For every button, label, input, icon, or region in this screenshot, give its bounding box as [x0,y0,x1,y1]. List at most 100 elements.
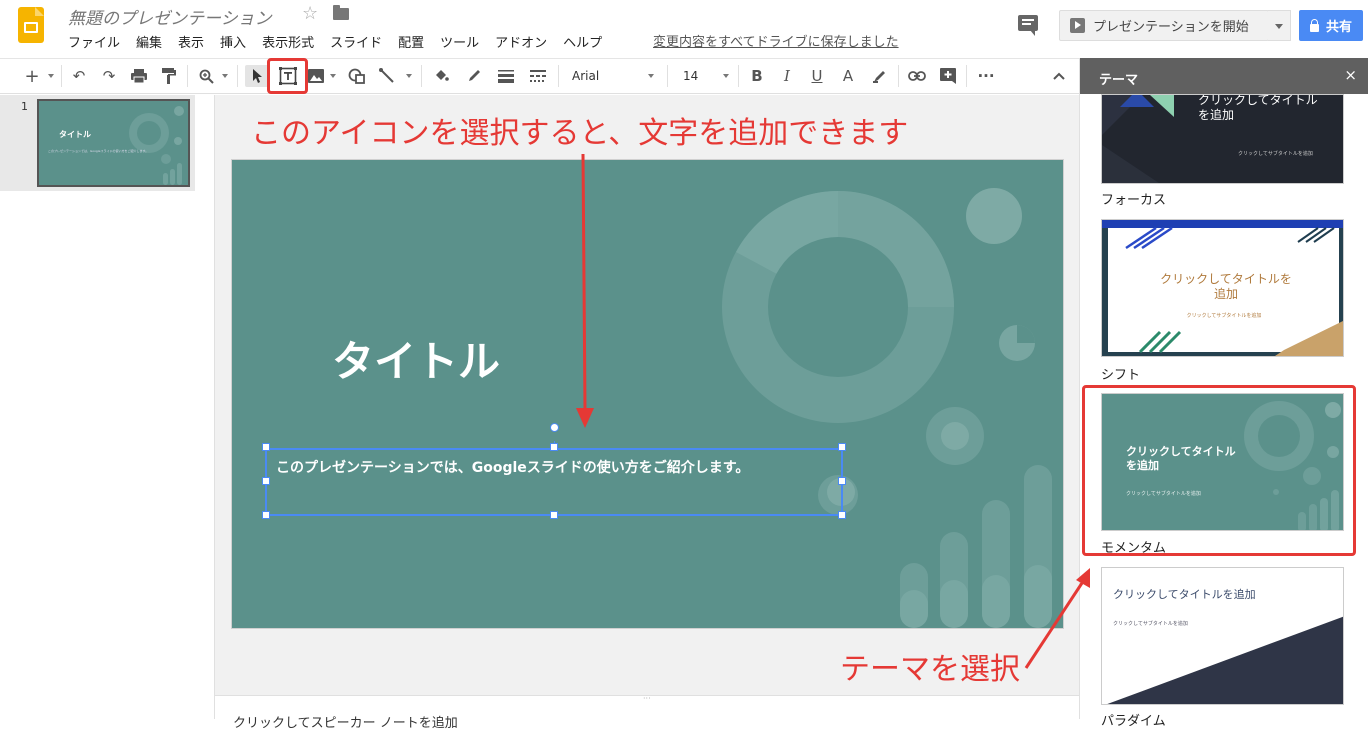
highlight-color-icon[interactable] [869,65,891,87]
redo-icon[interactable]: ↷ [98,65,120,87]
link-icon[interactable] [906,65,928,87]
theme-card-paradigm[interactable]: クリックしてタイトルを追加 クリックしてサブタイトルを追加 [1101,567,1344,705]
resize-handle-nw[interactable] [262,443,270,451]
thumbnail-subtitle: このプレゼンテーションでは、Googleスライドの使い方をご紹介します。 [48,149,149,153]
theme-name-focus: フォーカス [1101,193,1167,208]
collapse-toolbar-icon[interactable] [1048,65,1070,87]
speaker-notes-placeholder[interactable]: クリックしてスピーカー ノートを追加 [233,712,458,731]
paint-format-icon[interactable] [158,65,180,87]
font-family-value: Arial [572,69,600,83]
slide-filmstrip: 1 タイトル このプレゼンテーションでは、Googleスライドの使い方をご紹介し… [0,95,215,719]
slide-number: 1 [21,100,28,113]
app-header: 無題のプレゼンテーション ☆ ファイル 編集 表示 挿入 表示形式 スライド 配… [0,0,1368,58]
menu-file[interactable]: ファイル [68,32,120,51]
toolbar: + ↶ ↷ Arial 14 B I U A ··· [0,58,1079,94]
close-icon[interactable]: × [1344,66,1357,84]
annotation-down-arrow [576,153,594,428]
theme-name-paradigm: パラダイム [1101,714,1166,729]
theme-paradigm-title: クリックしてタイトルを追加 [1113,588,1256,601]
resize-handle-n[interactable] [550,443,558,451]
thumbnail-title: タイトル [59,130,91,139]
star-icon[interactable]: ☆ [302,3,318,24]
menu-format[interactable]: 表示形式 [262,32,314,51]
slide-subtitle[interactable]: このプレゼンテーションでは、Googleスライドの使い方をご紹介します。 [276,457,749,477]
resize-handle-ne[interactable] [838,443,846,451]
theme-card-shift[interactable]: クリックしてタイトルを追加 クリックしてサブタイトルを追加 [1101,219,1344,357]
menu-view[interactable]: 表示 [178,32,204,51]
slide-title[interactable]: タイトル [332,328,500,389]
theme-card-focus[interactable]: クリックしてタイトルを追加 クリックしてサブタイトルを追加 [1101,94,1344,184]
zoom-icon[interactable] [195,65,217,87]
line-icon[interactable] [376,65,398,87]
theme-shift-title: クリックしてタイトルを追加 [1160,272,1292,301]
annotation-theme-arrow [1024,568,1090,669]
menu-slide[interactable]: スライド [330,32,382,51]
border-dash-icon[interactable] [527,65,549,87]
more-options-icon[interactable]: ··· [975,65,997,87]
theme-paradigm-subtitle: クリックしてサブタイトルを追加 [1113,621,1188,627]
add-comment-icon[interactable] [937,65,959,87]
bold-icon[interactable]: B [746,65,768,87]
fill-color-icon[interactable] [430,65,452,87]
resize-handle-e[interactable] [838,477,846,485]
slide-canvas[interactable]: タイトル このプレゼンテーションでは、Googleスライドの使い方をご紹介します… [232,160,1063,628]
image-icon[interactable] [306,65,326,87]
theme-name-shift: シフト [1101,368,1141,383]
underline-icon[interactable]: U [806,65,828,87]
theme-focus-subtitle: クリックしてサブタイトルを追加 [1238,151,1313,157]
menu-insert[interactable]: 挿入 [220,32,246,51]
share-button-label: 共有 [1325,20,1352,35]
subtitle-text-box[interactable]: このプレゼンテーションでは、Googleスライドの使い方をご紹介します。 [265,448,843,516]
line-dropdown-icon[interactable] [404,65,414,87]
font-size-value: 14 [683,69,699,83]
annotation-theme-hint: テーマを選択 [840,652,1020,687]
menu-edit[interactable]: 編集 [136,32,162,51]
italic-icon[interactable]: I [776,65,798,87]
menu-addons[interactable]: アドオン [495,32,547,51]
menu-arrange[interactable]: 配置 [398,32,424,51]
undo-icon[interactable]: ↶ [68,65,90,87]
border-weight-icon[interactable] [495,65,517,87]
menu-bar: ファイル 編集 表示 挿入 表示形式 スライド 配置 ツール アドオン ヘルプ [68,32,618,51]
font-size-select[interactable]: 14 [683,65,729,87]
font-family-select[interactable]: Arial [572,65,656,87]
play-icon [1070,18,1085,33]
notes-resize-handle[interactable]: ··· [643,695,651,703]
new-slide-dropdown-icon[interactable] [46,65,56,87]
resize-handle-w[interactable] [262,477,270,485]
speaker-notes[interactable]: ··· クリックしてスピーカー ノートを追加 [215,695,1079,731]
lock-icon [1309,18,1319,32]
rotate-handle[interactable] [550,423,559,432]
theme-panel: テーマ × クリックしてタイトルを追加 クリックしてサブタイトルを追加 フォーカ… [1079,58,1368,729]
border-color-icon[interactable] [463,65,485,87]
zoom-dropdown-icon[interactable] [220,65,230,87]
resize-handle-se[interactable] [838,511,846,519]
print-icon[interactable] [128,65,150,87]
menu-help[interactable]: ヘルプ [563,32,602,51]
document-title[interactable]: 無題のプレゼンテーション [68,4,272,29]
momentum-highlight [1082,385,1356,556]
share-button[interactable]: 共有 [1299,10,1363,41]
annotation-textbox-hint: このアイコンを選択すると、文字を追加できます [251,116,909,151]
shape-icon[interactable] [345,65,367,87]
text-box-highlight [267,58,308,94]
theme-focus-title: クリックしてタイトルを追加 [1198,94,1318,122]
new-slide-icon[interactable]: + [22,65,42,87]
present-button-label: プレゼンテーションを開始 [1093,20,1249,35]
comment-icon[interactable] [1018,15,1038,36]
save-status-link[interactable]: 変更内容をすべてドライブに保存しました [653,31,899,50]
menu-tools[interactable]: ツール [440,32,479,51]
slide-thumbnail[interactable]: タイトル このプレゼンテーションでは、Googleスライドの使い方をご紹介します… [37,99,190,187]
image-dropdown-icon[interactable] [328,65,338,87]
resize-handle-sw[interactable] [262,511,270,519]
slides-logo-icon[interactable] [18,7,44,43]
slide-background-graphics [722,188,1052,628]
resize-handle-s[interactable] [550,511,558,519]
select-cursor-icon[interactable] [245,65,269,87]
text-color-icon[interactable]: A [837,65,859,87]
theme-panel-header: テーマ × [1080,58,1368,94]
present-dropdown-button[interactable] [1268,10,1291,41]
theme-panel-title: テーマ [1099,73,1139,88]
present-button[interactable]: プレゼンテーションを開始 [1059,10,1269,41]
folder-icon[interactable] [333,5,349,20]
